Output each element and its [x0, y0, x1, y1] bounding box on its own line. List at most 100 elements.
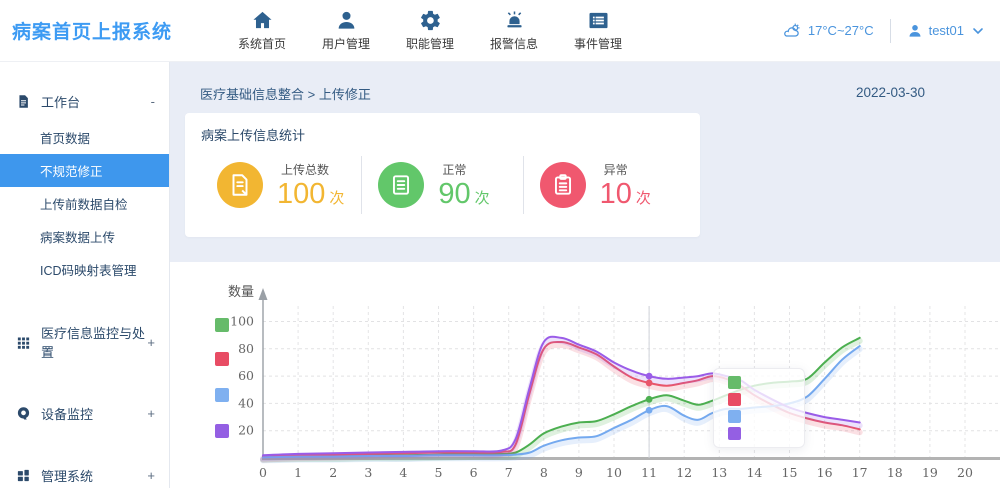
header-right: 17°C~27°C test01	[784, 19, 986, 43]
collapse-toggle[interactable]: -	[151, 94, 155, 109]
stat-abnormal-circle	[540, 162, 586, 208]
svg-text:14: 14	[746, 465, 762, 480]
user-icon	[335, 9, 358, 32]
svg-text:13: 13	[711, 465, 727, 480]
svg-text:0: 0	[259, 465, 267, 480]
sidebar-section-mgmt-system[interactable]: 管理系统 +	[0, 460, 169, 491]
sidebar-section-label: 医疗信息监控与处置	[41, 323, 147, 361]
svg-text:6: 6	[470, 465, 478, 480]
line-chart-canvas[interactable]: 数量01234567891011121314151617181920204060…	[170, 262, 1000, 488]
nav-item-function-mgmt[interactable]: 职能管理	[405, 9, 455, 52]
nav-label: 事件管理	[574, 35, 622, 52]
breadcrumb-parent[interactable]: 医疗基础信息整合	[200, 87, 304, 102]
svg-text:15: 15	[782, 465, 798, 480]
sidebar-submenu: 首页数据 不规范修正 上传前数据自检 病案数据上传 ICD码映射表管理	[0, 121, 169, 286]
chevron-down-icon	[970, 23, 986, 39]
breadcrumb: 医疗基础信息整合 > 上传修正	[200, 84, 371, 103]
nav-item-user-mgmt[interactable]: 用户管理	[321, 9, 371, 52]
document-lines-icon	[388, 172, 414, 198]
legend-swatch-blue[interactable]	[215, 388, 229, 402]
clipboard-icon	[550, 172, 576, 198]
svg-text:4: 4	[399, 465, 407, 480]
svg-text:数量: 数量	[228, 284, 254, 299]
nav-item-event-mgmt[interactable]: 事件管理	[573, 9, 623, 52]
sidebar-section-workbench[interactable]: 工作台 -	[0, 86, 169, 117]
nav-label: 系统首页	[238, 35, 286, 52]
app-header: 病案首页上报系统 系统首页 用户管理 职能管理 报警信息 事件管理 17°C~2…	[0, 0, 1000, 62]
svg-text:8: 8	[540, 465, 548, 480]
expand-toggle[interactable]: +	[147, 335, 155, 350]
svg-text:12: 12	[676, 465, 692, 480]
svg-text:7: 7	[505, 465, 513, 480]
svg-text:19: 19	[922, 465, 938, 480]
sidebar-item-icd-mapping[interactable]: ICD码映射表管理	[0, 253, 169, 286]
stat-texts: 正常 90次	[438, 161, 489, 209]
stat-texts: 上传总数 100次	[277, 161, 344, 209]
upload-stats-card: 病案上传信息统计 上传总数 100次	[185, 113, 700, 237]
grid-icon	[16, 335, 31, 350]
stat-total-uploads: 上传总数 100次	[201, 161, 361, 209]
nav-item-system-home[interactable]: 系统首页	[237, 9, 287, 52]
svg-text:17: 17	[852, 465, 868, 480]
breadcrumb-current: 上传修正	[319, 87, 371, 102]
sidebar-section-label: 设备监控	[41, 404, 93, 423]
legend-swatch-purple[interactable]	[215, 424, 229, 438]
upload-trend-chart: 数量01234567891011121314151617181920204060…	[170, 262, 1000, 488]
sidebar-item-homepage-data[interactable]: 首页数据	[0, 121, 169, 154]
temperature-range: 17°C~27°C	[808, 23, 874, 38]
sidebar-section-medical-monitor[interactable]: 医疗信息监控与处置 +	[0, 317, 169, 367]
user-menu[interactable]: test01	[907, 23, 986, 39]
file-icon	[227, 172, 253, 198]
svg-text:20: 20	[957, 465, 973, 480]
stats-card-title: 病案上传信息统计	[201, 125, 684, 144]
app-title: 病案首页上报系统	[12, 17, 237, 44]
stat-texts: 异常 10次	[600, 161, 651, 209]
stat-value: 100	[277, 178, 325, 210]
top-nav: 系统首页 用户管理 职能管理 报警信息 事件管理	[237, 9, 623, 52]
nav-item-alarm-info[interactable]: 报警信息	[489, 9, 539, 52]
username: test01	[929, 23, 964, 38]
tooltip-swatch-purple	[728, 427, 741, 440]
sidebar-item-nonstandard-fix[interactable]: 不规范修正	[0, 154, 169, 187]
user-icon	[907, 23, 923, 39]
main-content: 医疗基础信息整合 > 上传修正 2022-03-30 病案上传信息统计 上传总数…	[170, 62, 1000, 488]
svg-text:2: 2	[329, 465, 337, 480]
expand-toggle[interactable]: +	[147, 406, 155, 421]
stat-unit: 次	[636, 190, 651, 207]
sidebar: 工作台 - 首页数据 不规范修正 上传前数据自检 病案数据上传 ICD码映射表管…	[0, 62, 170, 488]
chart-tooltip	[713, 368, 805, 448]
breadcrumb-separator: >	[308, 87, 319, 102]
weather-icon	[784, 22, 802, 40]
gear-icon	[419, 9, 442, 32]
expand-toggle[interactable]: +	[147, 468, 155, 483]
document-icon	[16, 94, 31, 109]
svg-text:40: 40	[238, 395, 254, 410]
blocks-icon	[16, 468, 31, 483]
chart-legend	[215, 262, 231, 488]
stat-unit: 次	[329, 190, 344, 207]
content-top-zone: 医疗基础信息整合 > 上传修正 2022-03-30 病案上传信息统计 上传总数…	[170, 62, 1000, 262]
stat-value: 90	[438, 178, 470, 210]
stat-value: 10	[600, 178, 632, 210]
stat-label: 上传总数	[277, 161, 344, 178]
legend-swatch-red[interactable]	[215, 352, 229, 366]
sidebar-item-precheck[interactable]: 上传前数据自检	[0, 187, 169, 220]
svg-text:11: 11	[641, 465, 657, 480]
svg-text:60: 60	[238, 368, 254, 383]
sidebar-section-device-monitor[interactable]: 设备监控 +	[0, 398, 169, 429]
svg-text:100: 100	[230, 314, 254, 329]
nav-label: 职能管理	[406, 35, 454, 52]
tooltip-swatch-green	[728, 376, 741, 389]
sidebar-section-label: 工作台	[41, 92, 80, 111]
svg-text:80: 80	[238, 341, 254, 356]
nav-label: 用户管理	[322, 35, 370, 52]
stat-label: 异常	[600, 161, 651, 178]
stat-abnormal: 异常 10次	[524, 161, 684, 209]
page-date: 2022-03-30	[856, 85, 925, 100]
tooltip-swatch-blue	[728, 410, 741, 423]
svg-text:16: 16	[817, 465, 833, 480]
tooltip-swatch-red	[728, 393, 741, 406]
header-divider	[890, 19, 891, 43]
legend-swatch-green[interactable]	[215, 318, 229, 332]
sidebar-item-record-upload[interactable]: 病案数据上传	[0, 220, 169, 253]
